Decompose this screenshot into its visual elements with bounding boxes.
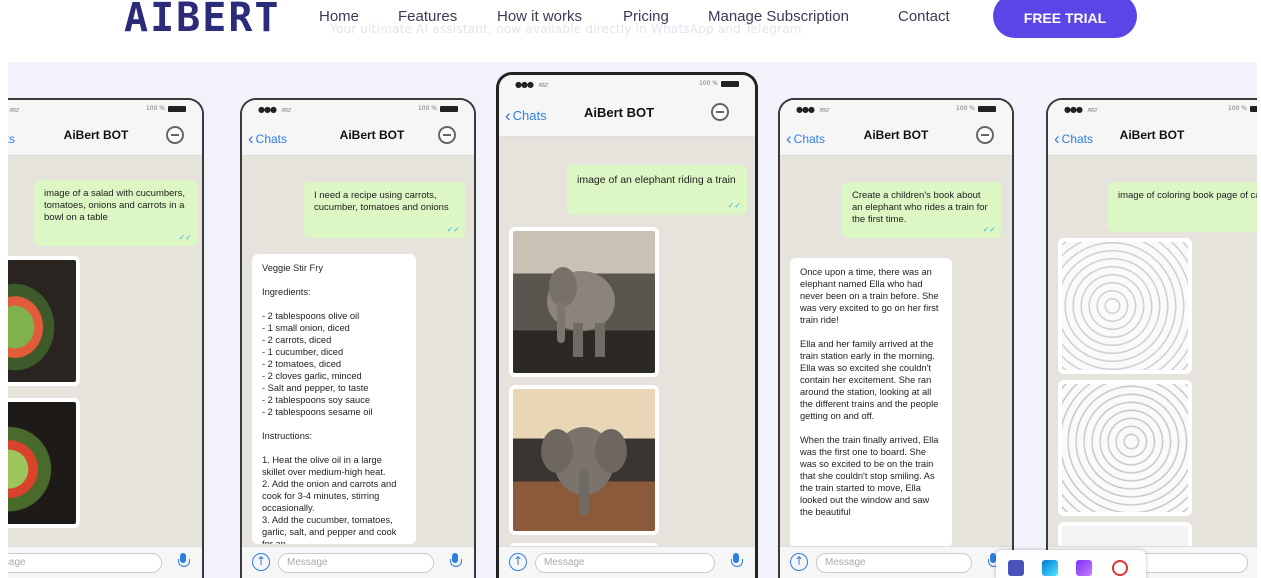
salad-image[interactable] (8, 398, 80, 528)
chat-title: AiBert BOT (1119, 128, 1185, 142)
bot-avatar-icon[interactable] (166, 126, 184, 144)
read-ticks-icon: ✓✓ (178, 233, 192, 242)
chat-header: ‹Chats AiBert BOT (499, 93, 755, 137)
nav-home-link[interactable]: Home (319, 8, 359, 25)
bot-reply-bubble: Veggie Stir Fry Ingredients: - 2 tablesp… (252, 254, 416, 544)
microphone-icon[interactable] (178, 553, 190, 569)
yandex-icon[interactable] (1112, 560, 1128, 576)
message-input[interactable]: Message (816, 553, 972, 573)
chat-title: AiBert BOT (583, 105, 655, 120)
plus-icon[interactable]: ↑ (252, 553, 270, 571)
phone-status-bar: ●●● AT&T 100 % (242, 100, 474, 118)
elephant-train-image[interactable] (509, 385, 659, 535)
phone-status-bar: ●●● AT&T 100 % (780, 100, 1012, 118)
phone-mockup-story: ●●● AT&T 100 % ‹ Chats AiBert BOT Create … (778, 98, 1014, 578)
read-ticks-icon: ✓✓ (446, 225, 460, 234)
phones-showcase: ●●● AT&T 100 % ‹Chats AiBert BOT image o… (8, 62, 1257, 578)
chat-header: ‹Chats AiBert BOT (780, 118, 1012, 156)
message-input-bar: Message (8, 546, 202, 578)
battery-icon: 100 % (1228, 105, 1257, 112)
chat-area: image of an elephant riding a train ✓✓ ↑ … (499, 137, 755, 578)
battery-icon: 100 % (699, 80, 739, 87)
bot-avatar-icon[interactable] (711, 103, 729, 121)
chevron-left-icon: ‹ (248, 129, 254, 148)
nav-features-link[interactable]: Features (398, 8, 457, 25)
phone-mockup-salad: ●●● AT&T 100 % ‹Chats AiBert BOT image o… (8, 98, 204, 578)
nav-manage-subscription-link[interactable]: Manage Subscription (708, 8, 849, 25)
nav-how-it-works-link[interactable]: How it works (497, 8, 582, 25)
user-message-bubble: I need a recipe using carrots, cucumber,… (304, 182, 466, 238)
chat-area: I need a recipe using carrots, cucumber,… (242, 156, 474, 578)
salad-image[interactable] (8, 256, 80, 386)
chat-header: ‹Chats AiBert BOT (242, 118, 474, 156)
user-message-bubble: image of a salad with cucumbers, tomatoe… (34, 180, 198, 246)
signal-icon: ●●● AT&T (9, 108, 19, 114)
signal-icon: ●●● AT&T (258, 105, 292, 114)
cats-coloring-image[interactable] (1058, 238, 1192, 374)
message-input[interactable]: Message (8, 553, 162, 573)
message-input-bar: ↑ Message (499, 546, 755, 578)
microphone-icon[interactable] (450, 553, 462, 569)
aibert-logo[interactable]: AIBERT (124, 0, 281, 42)
phone-mockup-cats: ●●● AT&T 100 % ‹ Chats AiBert BOT image o… (1046, 98, 1257, 578)
elephant-train-image[interactable] (509, 227, 659, 377)
os-taskbar-overlay (996, 550, 1146, 578)
chat-header: ‹Chats AiBert BOT (8, 118, 202, 156)
chat-area: Create a children's book about an elepha… (780, 156, 1012, 578)
battery-icon: 100 % (146, 105, 186, 112)
elephant-icon (541, 427, 627, 515)
plus-icon[interactable]: ↑ (509, 553, 527, 571)
free-trial-button[interactable]: FREE TRIAL (993, 0, 1137, 38)
signal-icon: ●●● AT&T (796, 105, 830, 114)
user-message-bubble: Create a children's book about an elepha… (842, 182, 1002, 238)
feather-app-icon[interactable] (1076, 560, 1092, 576)
elephant-icon (547, 267, 615, 357)
phone-status-bar: ●●● AT&T 100 % (8, 100, 202, 118)
user-message-bubble: image of an elephant riding a train ✓✓ (567, 165, 747, 215)
microphone-icon[interactable] (731, 553, 743, 569)
phone-status-bar: ●●● AT&T 100 % (1048, 100, 1257, 118)
read-ticks-icon: ✓✓ (727, 201, 741, 210)
message-input-bar: ↑ Message (242, 546, 474, 578)
bot-avatar-icon[interactable] (438, 126, 456, 144)
top-navbar: Your ultimate AI assistant, now availabl… (0, 0, 1261, 62)
plus-icon[interactable]: ↑ (790, 553, 808, 571)
phone-mockup-elephant: ●●● AT&T 100 % ‹ Chats AiBert BOT image o… (496, 72, 758, 578)
cats-coloring-image[interactable] (1058, 380, 1192, 516)
message-input-bar: ↑ Message (780, 546, 1012, 578)
nav-contact-link[interactable]: Contact (898, 8, 950, 25)
chat-area: image of a salad with cucumbers, tomatoe… (8, 156, 202, 578)
chat-header: ‹Chats AiBert BOT (1048, 118, 1257, 156)
signal-icon: ●●● AT&T (515, 80, 549, 89)
bot-avatar-icon[interactable] (976, 126, 994, 144)
chat-area: image of coloring book page of cats ↑ Me… (1048, 156, 1257, 578)
azure-icon[interactable] (1042, 560, 1058, 576)
message-input[interactable]: Message (535, 553, 715, 573)
landing-page: Your ultimate AI assistant, now availabl… (0, 0, 1261, 578)
battery-icon: 100 % (418, 105, 458, 112)
signal-icon: ●●● AT&T (1064, 105, 1098, 114)
phone-status-bar: ●●● AT&T 100 % (499, 75, 755, 93)
bot-reply-bubble: Once upon a time, there was an elephant … (790, 258, 952, 548)
battery-icon: 100 % (956, 105, 996, 112)
nav-pricing-link[interactable]: Pricing (623, 8, 669, 25)
teams-icon[interactable] (1008, 560, 1024, 576)
message-input[interactable]: Message (278, 553, 434, 573)
phone-mockup-recipe: ●●● AT&T 100 % ‹ Chats AiBert BOT I need … (240, 98, 476, 578)
user-message-bubble: image of coloring book page of cats (1108, 182, 1257, 232)
read-ticks-icon: ✓✓ (982, 225, 996, 234)
